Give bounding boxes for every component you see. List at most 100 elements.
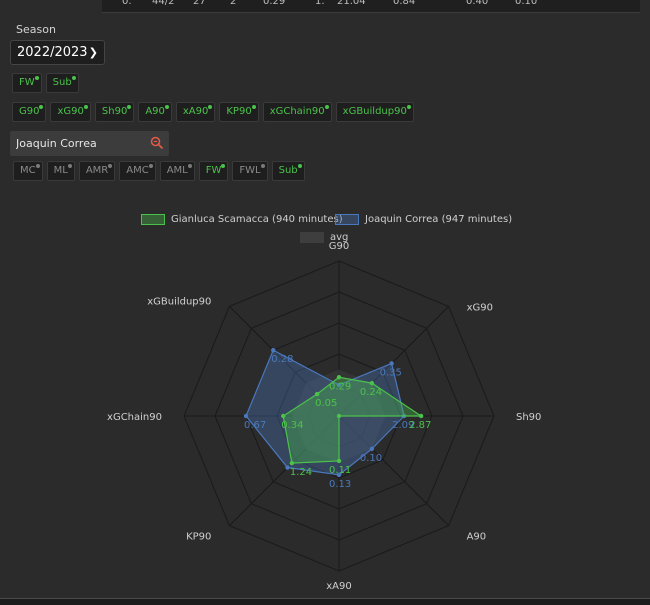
chevron-down-icon: ❯ (88, 46, 98, 59)
data-label: 0.28 (271, 354, 293, 365)
legend-swatch (141, 213, 165, 225)
chip-status-dot (67, 164, 72, 168)
series-point (369, 380, 375, 386)
stat-filter: G90 xG90 Sh90 A90 xA90 KP90 xGChain90 xGBuildup… (12, 102, 414, 122)
position-chip-aml[interactable]: AML (159, 161, 195, 181)
table-cell: 0.84 (393, 0, 416, 7)
chip-status-dot (221, 164, 226, 168)
chip-status-dot (35, 164, 40, 168)
table-cell: 21.04 (337, 0, 366, 7)
stat-chip-xgbuildup90[interactable]: xGBuildup90 (335, 102, 414, 122)
position-chip-sub[interactable]: Sub (271, 161, 305, 181)
chip-status-dot (71, 76, 76, 80)
chip-status-dot (127, 105, 132, 109)
series-point (369, 446, 375, 452)
data-label: 0.11 (329, 465, 351, 476)
axis-label: xG90 (467, 302, 493, 313)
chip-status-dot (297, 164, 302, 168)
table-cell: 0.40 (466, 0, 489, 7)
legend-label: Gianluca Scamacca (940 minutes) (171, 213, 343, 225)
chip-label: KP90 (226, 106, 252, 117)
data-label: 0.29 (329, 381, 351, 392)
stat-chip-sh90[interactable]: Sh90 (94, 102, 135, 122)
position-group-filter: FW Sub (12, 73, 79, 93)
player-search-input[interactable] (10, 131, 169, 156)
data-label: 0.13 (329, 479, 351, 490)
legend-item-correa[interactable]: Joaquin Correa (947 minutes) (335, 212, 512, 226)
position-chip-mc[interactable]: MC (13, 161, 43, 181)
position-chip-fw[interactable]: FW (198, 161, 229, 181)
legend-swatch (335, 213, 359, 225)
data-label: 2.87 (409, 420, 431, 431)
table-cell: 27 (193, 0, 206, 7)
chip-label: MC (20, 165, 36, 176)
stat-chip-a90[interactable]: A90 (138, 102, 172, 122)
chip-label: ML (53, 165, 68, 176)
chip-status-dot (260, 164, 265, 168)
chip-label: Sub (278, 165, 298, 176)
chip-label: xGChain90 (269, 106, 325, 117)
series-point (336, 458, 342, 464)
data-label: 0.34 (281, 420, 303, 431)
position-chip-amc[interactable]: AMC (119, 161, 156, 181)
stat-chip-g90[interactable]: G90 (12, 102, 47, 122)
chip-label: G90 (19, 106, 40, 117)
stats-table-bottom-row: 0. 44/2 27 2 0.29 1. 21.04 0.84 0.40 0.10 (0, 0, 650, 14)
season-label: Season (16, 23, 56, 36)
position-chip-amr[interactable]: AMR (78, 161, 116, 181)
series-point (271, 348, 276, 353)
data-label: 0.24 (360, 387, 382, 398)
group-chip-sub[interactable]: Sub (45, 73, 79, 93)
legend-item-scamacca[interactable]: Gianluca Scamacca (940 minutes) (141, 212, 343, 226)
series-point (418, 413, 424, 419)
chip-label: AML (166, 165, 188, 176)
stat-chip-xgchain90[interactable]: xGChain90 (262, 102, 332, 122)
chip-status-dot (34, 76, 39, 80)
table-cell: 0. (122, 0, 132, 7)
chip-status-dot (39, 105, 44, 109)
series-point (289, 460, 295, 466)
stat-chip-xg90[interactable]: xG90 (50, 102, 91, 122)
chip-status-dot (208, 105, 213, 109)
season-select[interactable]: 2022/2023 ❯ (10, 40, 105, 65)
chip-status-dot (164, 105, 169, 109)
stat-chip-xa90[interactable]: xA90 (175, 102, 216, 122)
chip-status-dot (108, 164, 113, 168)
table-cell: 44/2 (152, 0, 175, 7)
position-chip-fwl[interactable]: FWL (232, 161, 268, 181)
legend-label: Joaquin Correa (947 minutes) (365, 213, 513, 225)
chip-label: xA90 (182, 106, 209, 117)
chip-label: xGBuildup90 (342, 106, 407, 117)
radar-chart: 0.352.090.100.130.670.280.290.242.870.11… (107, 241, 541, 590)
chip-status-dot (83, 105, 88, 109)
season-value: 2022/2023 (17, 45, 88, 60)
chip-label: xG90 (57, 106, 84, 117)
series-point (336, 413, 342, 419)
data-label: 0.05 (315, 398, 337, 409)
chip-label: Sub (52, 77, 72, 88)
series-point (336, 375, 342, 380)
group-chip-fw[interactable]: FW (12, 73, 42, 93)
data-label: 0.10 (360, 453, 382, 464)
search-icon[interactable] (150, 136, 164, 150)
chip-status-dot (148, 164, 153, 168)
axis-label: Sh90 (516, 412, 541, 423)
chip-label: A90 (145, 106, 165, 117)
axis-label: G90 (329, 241, 349, 252)
series-point (243, 413, 249, 419)
table-cell: 0.29 (263, 0, 286, 7)
data-label: 1.24 (290, 467, 312, 478)
table-cell: 0.10 (515, 0, 538, 7)
chip-label: Sh90 (101, 106, 128, 117)
series-point (314, 391, 320, 397)
stat-chip-kp90[interactable]: KP90 (219, 102, 259, 122)
table-cell: 1. (315, 0, 325, 7)
chip-status-dot (406, 105, 411, 109)
chip-status-dot (324, 105, 329, 109)
axis-label: xGBuildup90 (147, 296, 211, 307)
series-point (281, 413, 286, 419)
chip-label: AMR (85, 165, 109, 176)
axis-label: xGChain90 (107, 412, 162, 423)
table-cell: 2 (230, 0, 237, 7)
position-chip-ml[interactable]: ML (46, 161, 75, 181)
